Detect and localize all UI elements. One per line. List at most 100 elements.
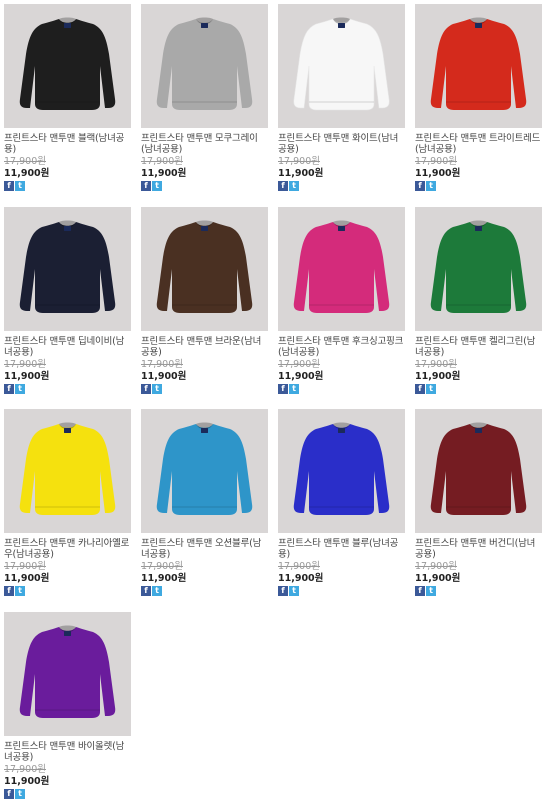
facebook-icon[interactable]: f <box>4 181 14 191</box>
product-name[interactable]: 프린트스타 맨투맨 버건디(남녀공용) <box>415 538 542 560</box>
original-price: 17,900원 <box>278 359 320 370</box>
twitter-icon[interactable]: t <box>426 384 436 394</box>
sweatshirt-image <box>156 17 253 110</box>
product-name[interactable]: 프린트스타 맨투맨 후크싱고핑크(남녀공용) <box>278 336 405 358</box>
product-image[interactable] <box>278 207 405 331</box>
original-price: 17,900원 <box>415 156 457 167</box>
twitter-icon[interactable]: t <box>426 181 436 191</box>
product-card: 프린트스타 맨투맨 브라운(남녀공용) 17,900원 11,900원 f t <box>141 207 268 394</box>
facebook-icon[interactable]: f <box>415 586 425 596</box>
share-buttons: f t <box>415 181 542 191</box>
sweatshirt-image <box>19 625 116 718</box>
product-image[interactable] <box>4 612 131 736</box>
twitter-icon[interactable]: t <box>289 586 299 596</box>
product-card: 프린트스타 맨투맨 딥네이비(남녀공용) 17,900원 11,900원 f t <box>4 207 131 394</box>
twitter-icon[interactable]: t <box>15 789 25 799</box>
facebook-icon[interactable]: f <box>4 789 14 799</box>
sale-price: 11,900원 <box>278 371 324 382</box>
product-grid: 프린트스타 맨투맨 블랙(남녀공용) 17,900원 11,900원 f t 프… <box>0 0 550 811</box>
product-card: 프린트스타 맨투맨 카나리아옐로우(남녀공용) 17,900원 11,900원 … <box>4 409 131 596</box>
twitter-icon[interactable]: t <box>289 181 299 191</box>
sale-price: 11,900원 <box>4 168 50 179</box>
product-card: 프린트스타 맨투맨 켈리그린(남녀공용) 17,900원 11,900원 f t <box>415 207 542 394</box>
facebook-icon[interactable]: f <box>278 384 288 394</box>
twitter-icon[interactable]: t <box>15 384 25 394</box>
sweatshirt-image <box>19 422 116 515</box>
facebook-icon[interactable]: f <box>4 586 14 596</box>
product-name[interactable]: 프린트스타 맨투맨 오션블루(남녀공용) <box>141 538 268 560</box>
twitter-icon[interactable]: t <box>426 586 436 596</box>
sale-price: 11,900원 <box>141 168 187 179</box>
product-name[interactable]: 프린트스타 맨투맨 화이트(남녀공용) <box>278 133 405 155</box>
product-image[interactable] <box>415 409 542 533</box>
twitter-icon[interactable]: t <box>15 586 25 596</box>
product-image[interactable] <box>4 409 131 533</box>
share-buttons: f t <box>278 181 405 191</box>
product-image[interactable] <box>415 207 542 331</box>
product-name[interactable]: 프린트스타 맨투맨 블랙(남녀공용) <box>4 133 131 155</box>
product-image[interactable] <box>141 409 268 533</box>
twitter-icon[interactable]: t <box>152 586 162 596</box>
share-buttons: f t <box>4 789 131 799</box>
product-image[interactable] <box>278 409 405 533</box>
facebook-icon[interactable]: f <box>4 384 14 394</box>
product-card: 프린트스타 맨투맨 버건디(남녀공용) 17,900원 11,900원 f t <box>415 409 542 596</box>
sale-price: 11,900원 <box>141 371 187 382</box>
product-name[interactable]: 프린트스타 맨투맨 카나리아옐로우(남녀공용) <box>4 538 131 560</box>
product-image[interactable] <box>415 4 542 128</box>
share-buttons: f t <box>278 384 405 394</box>
share-buttons: f t <box>141 384 268 394</box>
original-price: 17,900원 <box>141 156 183 167</box>
original-price: 17,900원 <box>415 359 457 370</box>
product-image[interactable] <box>141 207 268 331</box>
product-image[interactable] <box>141 4 268 128</box>
share-buttons: f t <box>4 384 131 394</box>
sale-price: 11,900원 <box>415 573 461 584</box>
product-name[interactable]: 프린트스타 맨투맨 트라이트레드(남녀공용) <box>415 133 542 155</box>
sweatshirt-image <box>293 17 390 111</box>
sale-price: 11,900원 <box>4 776 50 787</box>
sale-price: 11,900원 <box>278 573 324 584</box>
sweatshirt-image <box>430 17 527 110</box>
facebook-icon[interactable]: f <box>141 384 151 394</box>
share-buttons: f t <box>4 586 131 596</box>
product-name[interactable]: 프린트스타 맨투맨 블루(남녀공용) <box>278 538 405 560</box>
original-price: 17,900원 <box>141 359 183 370</box>
product-name[interactable]: 프린트스타 맨투맨 바이올렛(남녀공용) <box>4 741 131 763</box>
original-price: 17,900원 <box>278 561 320 572</box>
twitter-icon[interactable]: t <box>152 181 162 191</box>
facebook-icon[interactable]: f <box>415 181 425 191</box>
facebook-icon[interactable]: f <box>141 586 151 596</box>
share-buttons: f t <box>415 384 542 394</box>
facebook-icon[interactable]: f <box>415 384 425 394</box>
sale-price: 11,900원 <box>415 371 461 382</box>
original-price: 17,900원 <box>4 359 46 370</box>
share-buttons: f t <box>415 586 542 596</box>
product-image[interactable] <box>4 4 131 128</box>
sweatshirt-image <box>430 220 527 313</box>
product-name[interactable]: 프린트스타 맨투맨 켈리그린(남녀공용) <box>415 336 542 358</box>
sweatshirt-image <box>156 422 253 515</box>
product-card: 프린트스타 맨투맨 모쿠그레이(남녀공용) 17,900원 11,900원 f … <box>141 4 268 191</box>
product-name[interactable]: 프린트스타 맨투맨 딥네이비(남녀공용) <box>4 336 131 358</box>
twitter-icon[interactable]: t <box>289 384 299 394</box>
product-card: 프린트스타 맨투맨 후크싱고핑크(남녀공용) 17,900원 11,900원 f… <box>278 207 405 394</box>
product-name[interactable]: 프린트스타 맨투맨 모쿠그레이(남녀공용) <box>141 133 268 155</box>
twitter-icon[interactable]: t <box>152 384 162 394</box>
product-image[interactable] <box>278 4 405 128</box>
original-price: 17,900원 <box>141 561 183 572</box>
sale-price: 11,900원 <box>4 573 50 584</box>
share-buttons: f t <box>141 586 268 596</box>
facebook-icon[interactable]: f <box>278 181 288 191</box>
original-price: 17,900원 <box>4 156 46 167</box>
product-name[interactable]: 프린트스타 맨투맨 브라운(남녀공용) <box>141 336 268 358</box>
product-image[interactable] <box>4 207 131 331</box>
facebook-icon[interactable]: f <box>278 586 288 596</box>
twitter-icon[interactable]: t <box>15 181 25 191</box>
share-buttons: f t <box>4 181 131 191</box>
original-price: 17,900원 <box>415 561 457 572</box>
facebook-icon[interactable]: f <box>141 181 151 191</box>
sweatshirt-image <box>19 220 116 313</box>
original-price: 17,900원 <box>4 764 46 775</box>
product-card: 프린트스타 맨투맨 오션블루(남녀공용) 17,900원 11,900원 f t <box>141 409 268 596</box>
